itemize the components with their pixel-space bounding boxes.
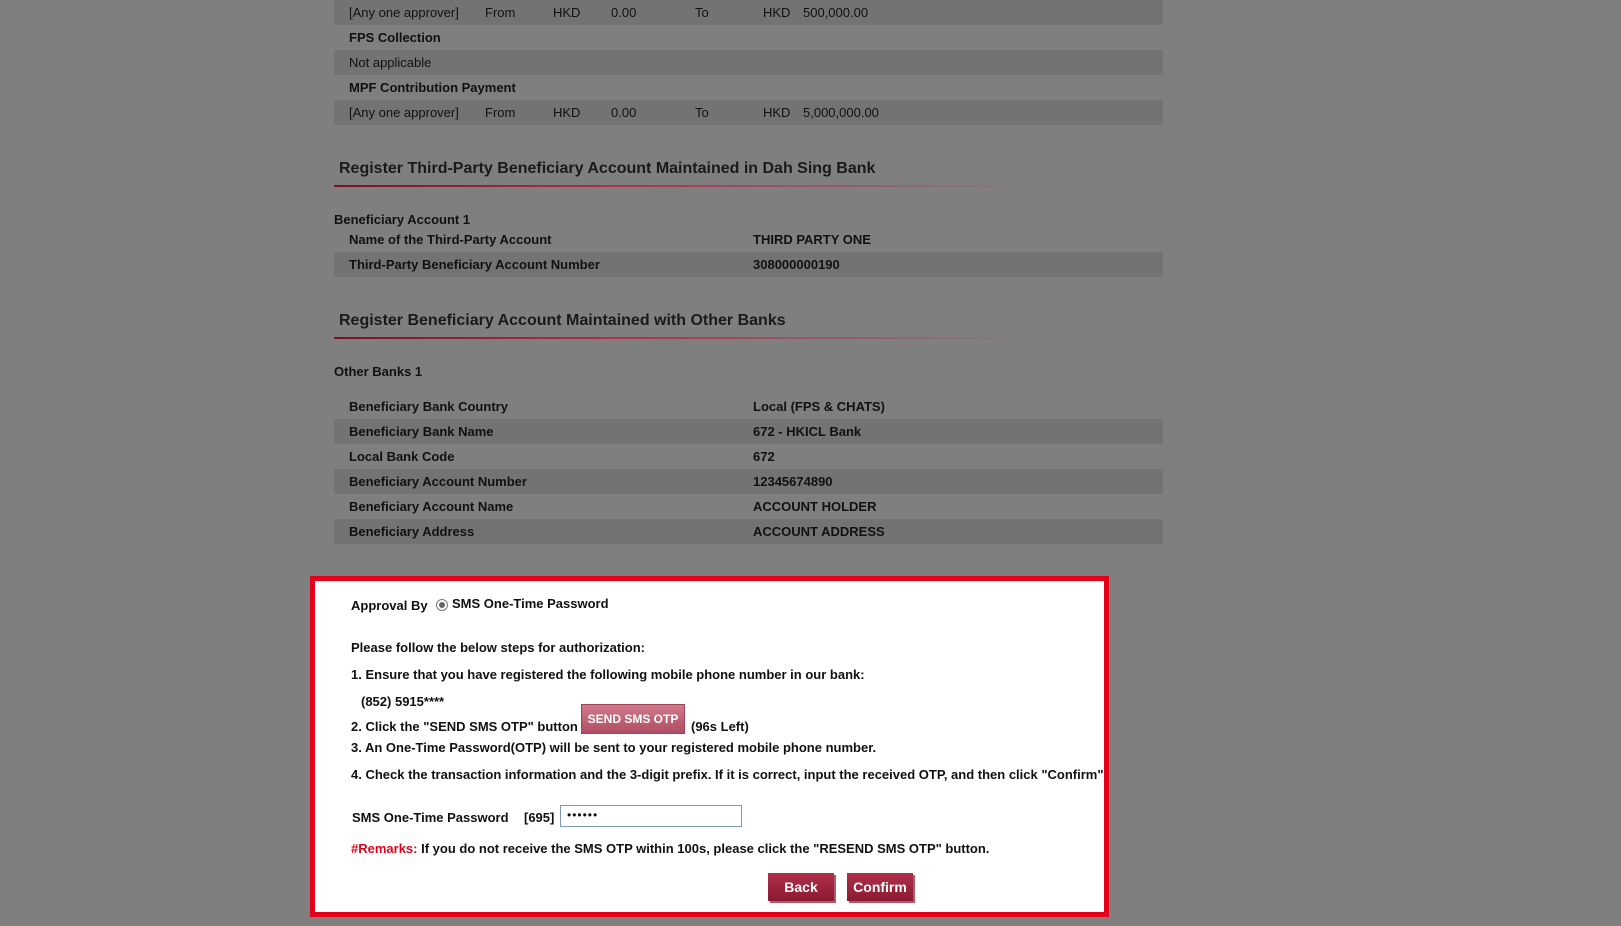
detail-label: Beneficiary Account Name xyxy=(349,499,514,514)
detail-row: Beneficiary Account Number 12345674890 xyxy=(334,469,1163,494)
step-3: 3. An One-Time Password(OTP) will be sen… xyxy=(351,740,877,755)
to-currency: HKD xyxy=(763,105,791,120)
to-amount: 5,000,000.00 xyxy=(803,105,879,120)
detail-label: Local Bank Code xyxy=(349,449,455,464)
section-title: Register Beneficiary Account Maintained … xyxy=(339,312,786,329)
detail-row: Name of the Third-Party Account THIRD PA… xyxy=(334,227,1163,252)
detail-row: Beneficiary Account Name ACCOUNT HOLDER xyxy=(334,494,1163,519)
from-amount: 0.00 xyxy=(611,5,637,20)
detail-label: Beneficiary Bank Name xyxy=(349,424,494,439)
remarks-text: If you do not receive the SMS OTP within… xyxy=(417,841,990,856)
detail-row: Beneficiary Bank Name 672 - HKICL Bank xyxy=(334,419,1163,444)
from-currency: HKD xyxy=(553,105,581,120)
otp-input[interactable]: •••••• xyxy=(560,805,742,827)
detail-row: Local Bank Code 672 xyxy=(334,444,1163,469)
section-divider xyxy=(334,337,1034,339)
to-label: To xyxy=(695,105,709,120)
mpf-heading-row: MPF Contribution Payment xyxy=(334,75,1163,100)
detail-value: 12345674890 xyxy=(753,474,833,489)
other-banks-section-header: Register Beneficiary Account Maintained … xyxy=(334,312,1163,339)
from-currency: HKD xyxy=(553,5,581,20)
otp-label: SMS One-Time Password xyxy=(352,810,509,825)
approval-panel: Approval By SMS One-Time Password Please… xyxy=(310,576,1109,917)
fps-value-row: Not applicable xyxy=(334,50,1163,75)
detail-row: Beneficiary Address ACCOUNT ADDRESS xyxy=(334,519,1163,544)
detail-value: 672 xyxy=(753,449,775,464)
from-label: From xyxy=(485,5,516,20)
detail-value: ACCOUNT ADDRESS xyxy=(753,524,885,539)
detail-row: Third-Party Beneficiary Account Number 3… xyxy=(334,252,1163,277)
detail-value: Local (FPS & CHATS) xyxy=(753,399,885,414)
from-amount: 0.00 xyxy=(611,105,637,120)
section-title: Register Third-Party Beneficiary Account… xyxy=(339,160,876,177)
back-button[interactable]: Back xyxy=(768,873,834,901)
fps-value: Not applicable xyxy=(349,55,432,70)
remarks: #Remarks: If you do not receive the SMS … xyxy=(351,841,989,856)
detail-label: Third-Party Beneficiary Account Number xyxy=(349,257,600,272)
approval-by-label: Approval By xyxy=(351,598,428,613)
detail-label: Beneficiary Account Number xyxy=(349,474,527,489)
approver-label: [Any one approver] xyxy=(349,5,459,20)
section-divider xyxy=(334,185,1034,187)
remarks-label: #Remarks: xyxy=(351,841,418,856)
limit-row: [Any one approver] From HKD 0.00 To HKD … xyxy=(334,0,1163,25)
detail-label: Beneficiary Address xyxy=(349,524,475,539)
detail-label: Beneficiary Bank Country xyxy=(349,399,508,414)
otp-countdown: (96s Left) xyxy=(691,719,749,734)
from-label: From xyxy=(485,105,516,120)
fps-heading: FPS Collection xyxy=(349,30,441,45)
detail-value: ACCOUNT HOLDER xyxy=(753,499,877,514)
instructions-intro: Please follow the below steps for author… xyxy=(351,640,645,655)
step-1: 1. Ensure that you have registered the f… xyxy=(351,667,865,682)
approver-label: [Any one approver] xyxy=(349,105,459,120)
registered-phone: (852) 5915**** xyxy=(361,694,445,709)
sms-otp-method-label: SMS One-Time Password xyxy=(452,596,609,611)
other-banks-subheading: Other Banks 1 xyxy=(334,364,423,379)
to-label: To xyxy=(695,5,709,20)
to-currency: HKD xyxy=(763,5,791,20)
limit-row: [Any one approver] From HKD 0.00 To HKD … xyxy=(334,100,1163,125)
third-party-section-header: Register Third-Party Beneficiary Account… xyxy=(334,160,1163,187)
step-4: 4. Check the transaction information and… xyxy=(351,767,1104,782)
detail-value: THIRD PARTY ONE xyxy=(753,232,871,247)
fps-heading-row: FPS Collection xyxy=(334,25,1163,50)
detail-value: 672 - HKICL Bank xyxy=(753,424,862,439)
step-2: 2. Click the "SEND SMS OTP" button xyxy=(351,719,578,734)
otp-prefix: [695] xyxy=(524,810,555,825)
detail-label: Name of the Third-Party Account xyxy=(349,232,552,247)
to-amount: 500,000.00 xyxy=(803,5,869,20)
confirm-button[interactable]: Confirm xyxy=(847,873,913,901)
beneficiary-account-subheading: Beneficiary Account 1 xyxy=(334,212,471,227)
detail-value: 308000000190 xyxy=(753,257,840,272)
send-sms-otp-button[interactable]: SEND SMS OTP xyxy=(581,704,685,734)
detail-row: Beneficiary Bank Country Local (FPS & CH… xyxy=(334,394,1163,419)
sms-otp-radio[interactable] xyxy=(436,599,448,611)
mpf-heading: MPF Contribution Payment xyxy=(349,80,516,95)
